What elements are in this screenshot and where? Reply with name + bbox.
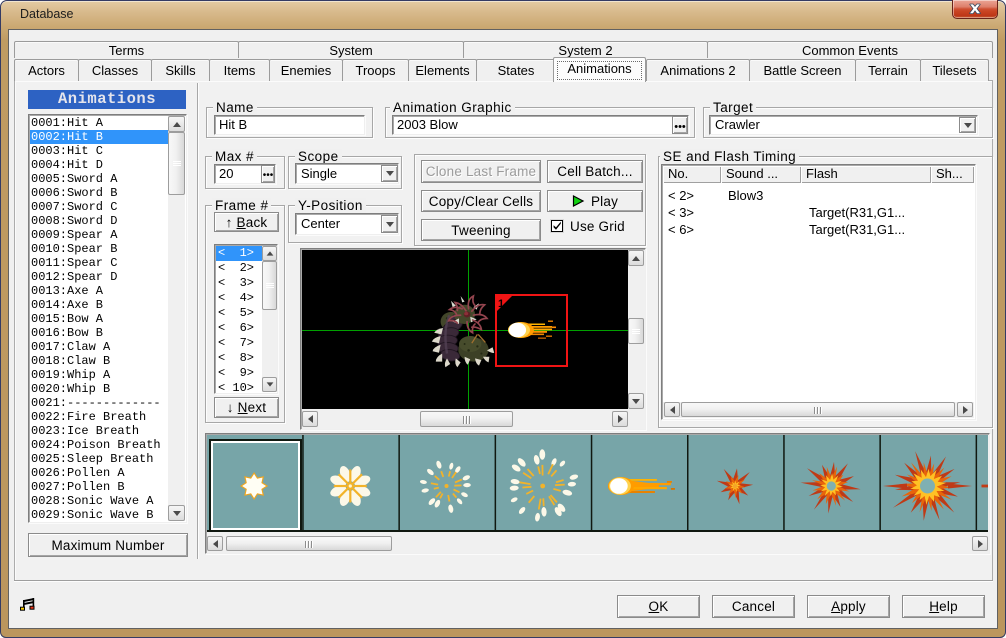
svg-text:1: 1	[498, 298, 504, 310]
